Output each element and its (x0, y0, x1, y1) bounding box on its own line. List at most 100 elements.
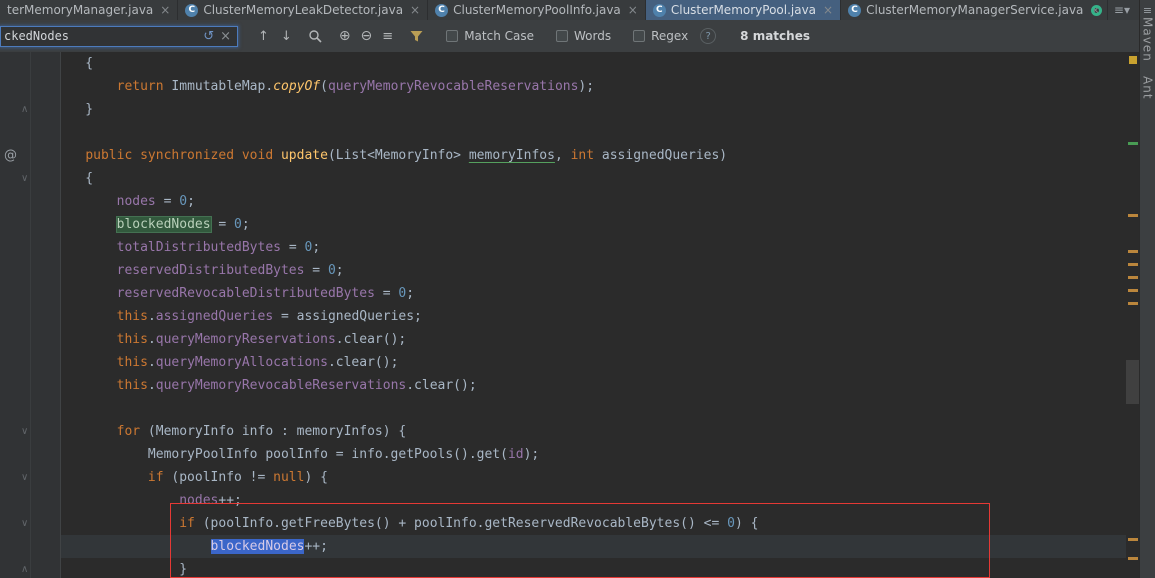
code-area[interactable]: { return ImmutableMap.copyOf(queryMemory… (54, 52, 758, 578)
code-token: = (375, 286, 398, 301)
regex-checkbox[interactable] (633, 30, 645, 42)
words-label: Words (574, 29, 611, 43)
code-token (54, 240, 117, 255)
stripe-mark[interactable] (1128, 142, 1138, 145)
code-token: queryMemoryAllocations (156, 355, 328, 370)
code-token: int (571, 148, 594, 163)
stripe-mark[interactable] (1128, 302, 1138, 305)
tab-close-icon[interactable]: × (823, 3, 833, 17)
help-icon[interactable]: ? (700, 28, 716, 44)
stripe-mark[interactable] (1128, 263, 1138, 266)
code-token: = (156, 194, 179, 209)
filter-icon[interactable] (409, 29, 424, 43)
code-token (54, 194, 117, 209)
code-line: { (54, 52, 758, 75)
toolbar-menu-icon[interactable]: ≡ (1143, 4, 1152, 17)
code-token: . (148, 378, 156, 393)
code-token: . (148, 309, 156, 324)
code-line: } (54, 558, 758, 578)
code-line: { (54, 167, 758, 190)
code-token: nodes (117, 194, 156, 209)
select-all-occurrences-icon[interactable]: ≡ (382, 30, 393, 43)
scrollbar-thumb[interactable] (1126, 360, 1140, 404)
editor-tab[interactable]: CClusterMemoryLeakDetector.java× (178, 0, 428, 20)
editor-tab[interactable]: CClusterMemoryManagerService.java× (841, 0, 1108, 20)
search-input[interactable]: ckedNodes ↺ × (0, 26, 238, 47)
editor-tab[interactable]: CClusterMemoryPoolInfo.java× (428, 0, 646, 20)
words-checkbox[interactable] (556, 30, 568, 42)
stripe-mark[interactable] (1128, 214, 1138, 217)
fold-marker-icon[interactable]: ∨ (21, 171, 28, 187)
status-circle-icon[interactable] (1091, 5, 1102, 16)
code-token: update (281, 148, 328, 163)
code-line: return ImmutableMap.copyOf(queryMemoryRe… (54, 75, 758, 98)
find-all-icon[interactable] (308, 29, 323, 44)
stripe-mark[interactable] (1128, 250, 1138, 253)
stripe-mark[interactable] (1128, 538, 1138, 541)
code-token: { (54, 171, 93, 186)
tab-list-icon[interactable]: ≡▾ (1114, 3, 1130, 17)
code-token: 0 (727, 516, 735, 531)
code-line: this.queryMemoryRevocableReservations.cl… (54, 374, 758, 397)
prev-occurrence-button[interactable]: ↑ (258, 30, 269, 43)
remove-selection-icon[interactable]: ⊖ (361, 29, 373, 43)
code-token: ); (524, 447, 540, 462)
stripe-mark[interactable] (1128, 276, 1138, 279)
code-token (54, 355, 117, 370)
tab-label: ClusterMemoryManagerService.java (866, 3, 1083, 17)
inspection-indicator[interactable] (1129, 56, 1137, 64)
tab-close-icon[interactable]: × (628, 3, 638, 17)
tool-window-button-ant[interactable]: Ant (1141, 76, 1155, 100)
next-occurrence-button[interactable]: ↓ (281, 30, 292, 43)
code-token: reservedDistributedBytes (117, 263, 305, 278)
fold-marker-icon[interactable]: ∧ (21, 562, 28, 578)
error-stripe[interactable] (1126, 52, 1140, 578)
code-line: blockedNodes = 0; (54, 213, 758, 236)
code-token (54, 424, 117, 439)
code-token: this (117, 309, 148, 324)
code-token (54, 493, 179, 508)
code-line: nodes = 0; (54, 190, 758, 213)
fold-marker-icon[interactable]: ∨ (21, 470, 28, 486)
code-line: public synchronized void update(List<Mem… (54, 144, 758, 167)
code-token: } (54, 562, 187, 577)
code-token: null (273, 470, 304, 485)
code-line: MemoryPoolInfo poolInfo = info.getPools(… (54, 443, 758, 466)
code-token: ++; (304, 539, 327, 554)
tab-close-icon[interactable]: × (410, 3, 420, 17)
add-selection-icon[interactable]: ⊕ (339, 29, 351, 43)
tool-window-button-maven[interactable]: Maven (1141, 17, 1155, 62)
java-class-icon: C (435, 4, 448, 17)
match-case-option[interactable]: Match Case (446, 29, 534, 43)
code-token: ) { (735, 516, 758, 531)
match-count: 8 matches (740, 29, 810, 43)
code-token: this (117, 378, 148, 393)
stripe-mark[interactable] (1128, 289, 1138, 292)
fold-marker-icon[interactable]: ∨ (21, 516, 28, 532)
code-token: ; (406, 286, 414, 301)
search-history-icon[interactable]: ↺ (199, 29, 218, 44)
editor-tab[interactable]: CClusterMemoryPool.java× (646, 0, 841, 20)
regex-option[interactable]: Regex (633, 29, 688, 43)
code-token: = (211, 217, 234, 232)
code-line: totalDistributedBytes = 0; (54, 236, 758, 259)
editor-tab[interactable]: terMemoryManager.java× (0, 0, 178, 20)
java-class-icon: C (848, 4, 861, 17)
code-token: 0 (179, 194, 187, 209)
match-case-label: Match Case (464, 29, 534, 43)
match-case-checkbox[interactable] (446, 30, 458, 42)
fold-marker-icon[interactable]: ∨ (21, 424, 28, 440)
code-token: .clear(); (328, 355, 398, 370)
code-token: ( (320, 79, 328, 94)
code-token (54, 332, 117, 347)
stripe-mark[interactable] (1128, 557, 1138, 560)
annotation-gutter-icon: @ (4, 144, 17, 167)
clear-search-icon[interactable]: × (218, 29, 237, 44)
code-token (54, 309, 117, 324)
words-option[interactable]: Words (556, 29, 611, 43)
editor[interactable]: @ ∧ ∨ ∨ ∨ ∨ ∧ { return ImmutableMap.copyOf(qu… (0, 52, 1140, 578)
tab-label: ClusterMemoryPool.java (671, 3, 816, 17)
code-token: { (54, 56, 93, 71)
tab-close-icon[interactable]: × (160, 3, 170, 17)
fold-marker-icon[interactable]: ∧ (21, 102, 28, 118)
